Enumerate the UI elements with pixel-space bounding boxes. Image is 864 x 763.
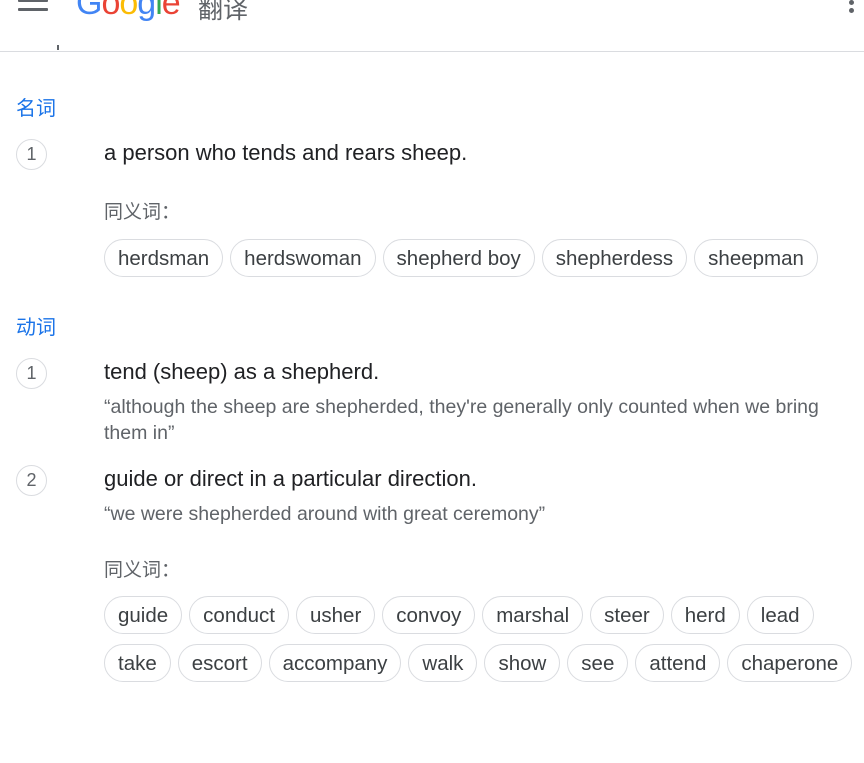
synonym-chip[interactable]: herd <box>670 596 740 634</box>
synonym-chip[interactable]: guide <box>104 596 183 634</box>
synonym-chip[interactable]: herdswoman <box>230 239 376 277</box>
synonym-chip-list: herdsman herdswoman shepherd boy shepherdes… <box>104 239 864 277</box>
synonym-chip[interactable]: shepherd boy <box>382 239 535 277</box>
synonyms-label: 同义词： <box>104 201 181 223</box>
synonym-chip[interactable]: lead <box>746 596 814 634</box>
logo-letter: g <box>137 0 156 22</box>
collapsed-indicator <box>57 45 59 50</box>
translate-dictionary-page: Google 翻译 名词 1 a person who tends and re… <box>0 0 864 763</box>
app-header: Google 翻译 <box>0 0 864 52</box>
synonym-chip[interactable]: convoy <box>382 596 476 634</box>
synonym-chip[interactable]: show <box>484 644 561 682</box>
logo-letter: G <box>76 0 102 22</box>
synonym-chip[interactable]: conduct <box>189 596 289 634</box>
definition-number: 1 <box>16 139 47 170</box>
synonyms-label: 同义词： <box>104 559 181 581</box>
product-name: 翻译 <box>198 0 249 24</box>
logo-letter: e <box>161 0 181 22</box>
definition-text: a person who tends and rears sheep. <box>104 140 468 165</box>
usage-example: “we were shepherded around with great ce… <box>104 503 546 525</box>
definition-text: tend (sheep) as a shepherd. <box>104 359 380 384</box>
synonym-chip-list: guide conduct usher convoy marshal steer herd l… <box>104 596 864 682</box>
usage-example: “although the sheep are shepherded, they… <box>104 396 819 444</box>
synonym-chip[interactable]: herdsman <box>104 239 224 277</box>
logo-letter: o <box>119 0 138 22</box>
synonym-chip[interactable]: walk <box>408 644 478 682</box>
synonym-chip[interactable]: escort <box>177 644 262 682</box>
logo-letter: o <box>101 0 120 22</box>
definition-text: guide or direct in a particular directio… <box>104 466 477 491</box>
synonym-chip[interactable]: see <box>567 644 629 682</box>
synonym-chip[interactable]: accompany <box>268 644 402 682</box>
synonym-chip[interactable]: attend <box>635 644 721 682</box>
synonym-chip[interactable]: chaperone <box>727 644 853 682</box>
definition-number: 2 <box>16 465 47 496</box>
synonym-chip[interactable]: shepherdess <box>541 239 688 277</box>
synonym-chip[interactable]: steer <box>590 596 664 634</box>
synonym-chip[interactable]: take <box>104 644 171 682</box>
synonym-chip[interactable]: marshal <box>482 596 584 634</box>
part-of-speech-noun: 名词 <box>16 96 56 120</box>
synonym-chip[interactable]: sheepman <box>694 239 818 277</box>
part-of-speech-verb: 动词 <box>16 315 56 339</box>
synonym-chip[interactable]: usher <box>295 596 376 634</box>
google-logo[interactable]: Google <box>76 0 181 23</box>
definition-number: 1 <box>16 358 47 389</box>
hamburger-menu-icon[interactable] <box>18 0 48 14</box>
apps-grid-icon[interactable] <box>849 0 864 16</box>
